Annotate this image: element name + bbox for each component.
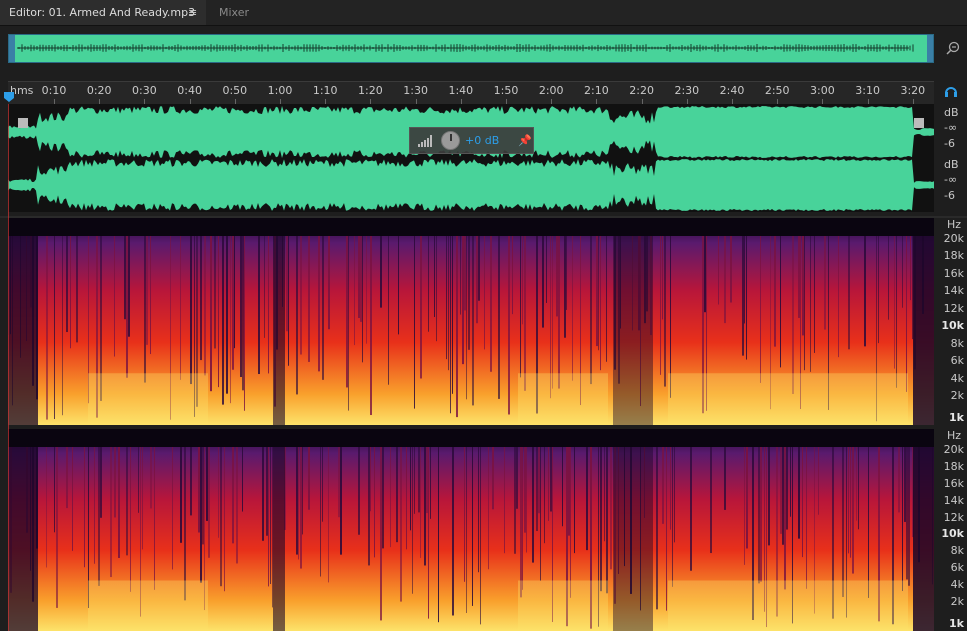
channel-2-waveform[interactable]	[8, 159, 934, 211]
hz-scale-channel-2: Hz 20k 18k 16k 14k 12k 10k 8k 6k 4k 2k 1k	[936, 429, 967, 631]
ruler-tick-label: 0:30	[132, 84, 157, 97]
ruler-tick-label: 2:50	[764, 84, 790, 97]
ruler-tick-label: 2:00	[538, 84, 564, 97]
hz-label: Hz	[946, 429, 961, 442]
ruler-tick-label: 1:50	[493, 84, 519, 97]
hz-scale-channel-1: Hz 20k 18k 16k 14k 12k 10k 8k 6k 4k 2k 1k	[936, 218, 967, 425]
tab-bar: Editor: 01. Armed And Ready.mp3 ≡ Mixer	[0, 0, 967, 26]
hz-label: 12k	[943, 301, 964, 315]
hz-label: 16k	[943, 266, 964, 280]
db-minus6: -6	[944, 189, 955, 202]
db-minus6: -6	[944, 137, 955, 150]
hz-label: Hz	[946, 218, 961, 231]
hz-label: 18k	[943, 249, 964, 263]
db-inf: -∞	[944, 173, 958, 186]
hz-label: 10k	[941, 527, 964, 541]
waveform-editor[interactable]	[8, 104, 934, 212]
hz-label: 4k	[950, 371, 964, 385]
ruler-tick-label: 3:00	[810, 84, 835, 97]
spectral-display-channel-1[interactable]	[8, 218, 934, 425]
time-ruler[interactable]: hms 0:10 0:20 0:30 0:40 0:50 1:00 1:10 1:20 1:30…	[8, 81, 934, 104]
tab-mixer-label: Mixer	[219, 6, 250, 19]
hz-label: 8k	[950, 544, 964, 558]
hz-label: 20k	[943, 232, 964, 245]
ruler-tick-label: 3:10	[855, 84, 880, 97]
gain-value[interactable]: +0 dB	[465, 134, 499, 147]
ruler-tick-label: 0:50	[222, 84, 248, 97]
fade-out-handle-1[interactable]	[914, 118, 924, 128]
ruler-tick-label: 1:10	[312, 84, 338, 97]
hz-label: 18k	[943, 459, 964, 473]
hz-label: 8k	[950, 336, 964, 350]
tab-editor-label: Editor: 01. Armed And Ready.mp3	[9, 6, 196, 19]
overview-right-handle[interactable]	[927, 35, 933, 62]
db-scale-channel-1: dB -∞ -6	[936, 106, 967, 156]
ruler-tick-label: 0:20	[86, 84, 112, 97]
hz-label: 6k	[950, 561, 964, 575]
hz-label: 2k	[950, 389, 964, 402]
volume-knob[interactable]	[441, 131, 460, 150]
playhead-line	[8, 104, 9, 631]
ruler-tick-label: 1:40	[448, 84, 474, 97]
hz-label: 1k	[949, 411, 964, 424]
db-scale-channel-2: dB -∞ -6	[936, 158, 967, 208]
ruler-tick-label: 3:20	[900, 84, 926, 97]
ruler-tick-label: 1:00	[267, 84, 293, 97]
hz-label: 1k	[949, 617, 964, 630]
volume-hud[interactable]: +0 dB 📌	[409, 127, 534, 154]
playhead-marker[interactable]	[4, 92, 14, 102]
spectral-display-channel-2[interactable]	[8, 429, 934, 631]
tab-mixer[interactable]: Mixer	[219, 0, 249, 25]
hz-label: 12k	[943, 510, 964, 524]
ruler-tick-label: 2:40	[719, 84, 745, 97]
ruler-tick-label: 0:40	[177, 84, 202, 97]
ruler-tick-label: 1:20	[358, 84, 383, 97]
hz-label: 14k	[943, 493, 964, 507]
hz-label: 16k	[943, 476, 964, 490]
db-inf: -∞	[944, 121, 958, 134]
ruler-tick-label: 0:10	[41, 84, 67, 97]
hz-label: 10k	[941, 319, 964, 333]
hz-label: 4k	[950, 578, 964, 592]
db-unit: dB	[944, 106, 959, 119]
ruler-tick-label: 2:20	[629, 84, 654, 97]
pin-icon[interactable]: 📌	[518, 134, 532, 147]
ruler-tick-label: 2:10	[584, 84, 609, 97]
tab-editor[interactable]: Editor: 01. Armed And Ready.mp3	[0, 0, 206, 25]
tab-menu-icon[interactable]: ≡	[188, 0, 197, 25]
overview-waveform[interactable]	[8, 34, 934, 63]
headphone-icon[interactable]	[944, 84, 958, 98]
hz-label: 14k	[943, 284, 964, 298]
level-bars-icon	[418, 135, 432, 147]
fade-in-handle-1[interactable]	[18, 118, 28, 128]
ruler-tick-label: 1:30	[403, 84, 428, 97]
hz-label: 6k	[950, 354, 964, 368]
overview-wave-shape	[9, 35, 933, 62]
overview-left-handle[interactable]	[9, 35, 15, 62]
hz-label: 2k	[950, 595, 964, 608]
hz-label: 20k	[943, 443, 964, 456]
db-unit: dB	[944, 158, 959, 171]
zoom-icon[interactable]	[945, 40, 961, 56]
ruler-tick-label: 2:30	[674, 84, 700, 97]
